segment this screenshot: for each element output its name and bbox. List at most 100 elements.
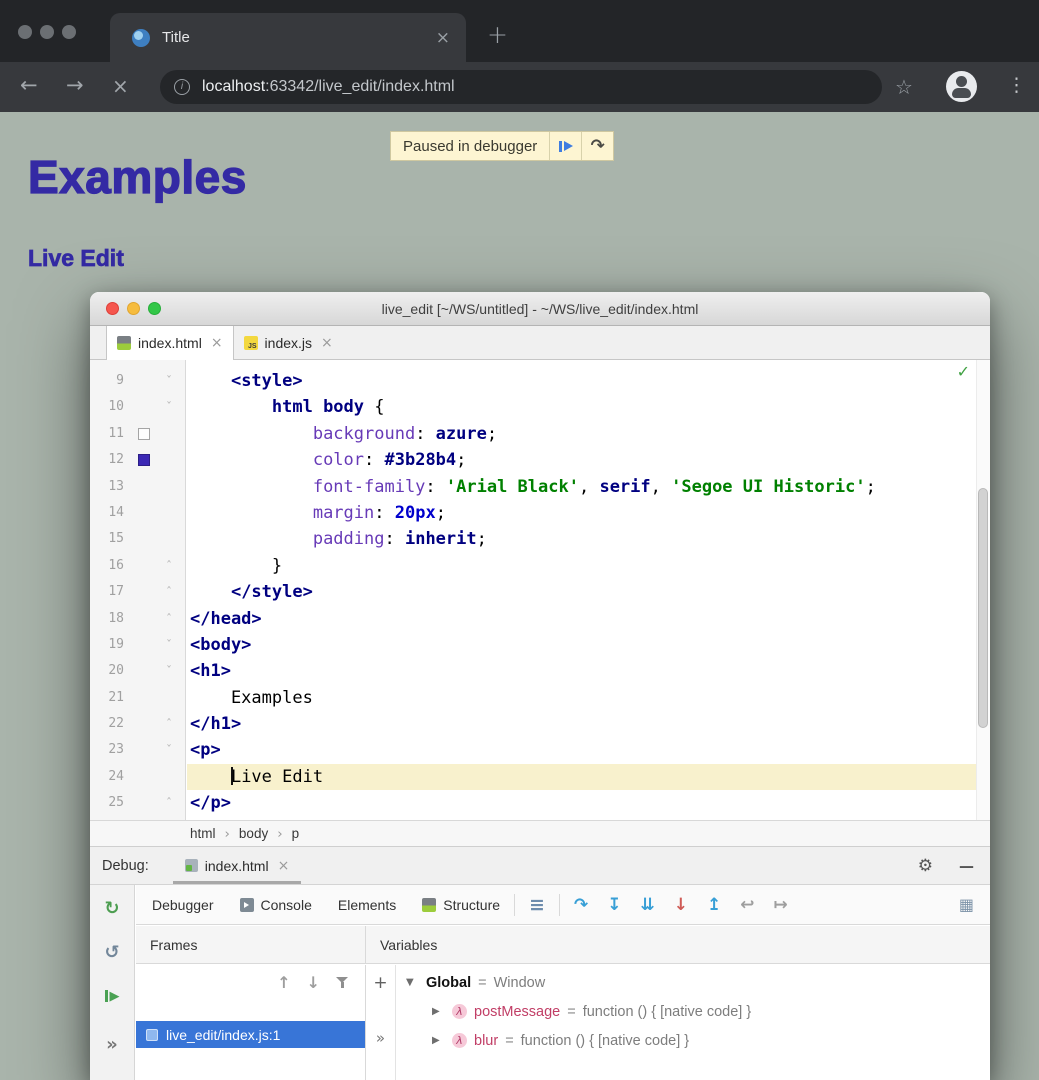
code-line[interactable]: </head> <box>187 606 976 632</box>
step-out-icon[interactable]: ↥ <box>707 895 721 915</box>
code-line[interactable]: <body> <box>187 632 976 658</box>
gutter-row[interactable]: 16ˆ <box>90 553 185 579</box>
code-line[interactable]: <style> <box>187 368 976 394</box>
fold-marker[interactable]: ˇ <box>166 658 172 684</box>
minimize-light[interactable] <box>127 302 140 315</box>
fold-marker[interactable]: ˆ <box>166 711 172 737</box>
layout-options-icon[interactable]: ≡ <box>529 894 545 916</box>
fold-marker[interactable]: ˆ <box>166 553 172 579</box>
code-line[interactable]: html body { <box>187 394 976 420</box>
fold-marker[interactable]: ˆ <box>166 579 172 605</box>
window-control-dot[interactable] <box>40 25 54 39</box>
stop-icon[interactable]: × <box>112 74 129 98</box>
gutter-row[interactable]: 9ˇ <box>90 368 185 394</box>
expand-icon[interactable]: ▶ <box>432 1035 452 1046</box>
gutter-row[interactable]: 10ˇ <box>90 394 185 420</box>
gutter-row[interactable]: 13 <box>90 474 185 500</box>
drop-frame-icon[interactable]: ↩ <box>740 895 754 915</box>
code-line[interactable]: font-family: 'Arial Black', serif, 'Sego… <box>187 474 976 500</box>
tab-close-icon[interactable]: × <box>321 335 333 351</box>
browser-tab[interactable]: Title × <box>110 13 466 62</box>
code-line[interactable]: color: #3b28b4; <box>187 447 976 473</box>
new-tab-button[interactable]: + <box>487 20 508 49</box>
force-step-into-icon[interactable]: ↓ <box>674 895 688 915</box>
more-icon[interactable]: » <box>90 1031 134 1057</box>
debug-session-tab[interactable]: index.html × <box>173 847 302 884</box>
frame-row[interactable]: live_edit/index.js:1 <box>136 1021 365 1048</box>
fold-marker[interactable]: ˇ <box>166 737 172 763</box>
gutter-row[interactable]: 18ˆ <box>90 606 185 632</box>
debug-tab-close-icon[interactable]: × <box>278 858 290 874</box>
gutter-row[interactable]: 24 <box>90 764 185 790</box>
debug-view-debugger[interactable]: Debugger <box>152 897 214 913</box>
collapse-icon[interactable]: ▼ <box>406 977 426 988</box>
browser-menu-icon[interactable]: ⋮ <box>1007 74 1026 96</box>
gutter-row[interactable]: 17ˆ <box>90 579 185 605</box>
tab-close-icon[interactable]: × <box>211 335 223 351</box>
code-line[interactable]: <p> <box>187 737 976 763</box>
fold-marker[interactable]: ˆ <box>166 790 172 816</box>
code-line[interactable]: Live Edit <box>187 764 976 790</box>
filter-icon[interactable] <box>336 976 349 989</box>
gutter-row[interactable]: 19ˇ <box>90 632 185 658</box>
url-text[interactable]: localhost:63342/live_edit/index.html <box>202 78 455 96</box>
debug-view-structure[interactable]: Structure <box>422 897 500 913</box>
page-info-icon[interactable]: i <box>174 79 190 95</box>
editor-tab-index.js[interactable]: JSindex.js× <box>234 326 343 359</box>
variable-row-blur[interactable]: ▶λblur=function () { [native code] } <box>396 1026 990 1055</box>
variable-row-Global[interactable]: ▼Global=Window <box>396 968 990 997</box>
color-preview-indigo[interactable] <box>138 454 150 466</box>
expand-icon[interactable]: ▶ <box>432 1006 452 1017</box>
fold-marker[interactable]: ˆ <box>166 606 172 632</box>
editor-code[interactable]: <style> html body { background: azure; c… <box>187 360 976 820</box>
close-light[interactable] <box>106 302 119 315</box>
debug-view-elements[interactable]: Elements <box>338 897 396 913</box>
bookmark-star-icon[interactable]: ☆ <box>895 75 913 99</box>
view-options-grid-icon[interactable]: ▦ <box>959 895 974 914</box>
more-actions-icon[interactable]: » <box>366 1029 395 1047</box>
step-into-icon[interactable]: ↧ <box>607 895 621 915</box>
code-editor[interactable]: 9ˇ10ˇ111213141516ˆ17ˆ18ˆ19ˇ20ˇ2122ˆ23ˇ24… <box>90 360 990 820</box>
resume-icon[interactable]: ▶ <box>90 983 134 1009</box>
next-frame-icon[interactable]: ↓ <box>307 973 320 992</box>
window-control-dot[interactable] <box>18 25 32 39</box>
code-line[interactable]: <h1> <box>187 658 976 684</box>
code-line[interactable]: background: azure; <box>187 421 976 447</box>
code-line[interactable]: } <box>187 553 976 579</box>
gutter-row[interactable]: 25ˆ <box>90 790 185 816</box>
smart-step-into-icon[interactable]: ⇊ <box>640 895 654 915</box>
color-preview-azure[interactable] <box>138 428 150 440</box>
code-line[interactable]: </h1> <box>187 711 976 737</box>
rerun-icon[interactable]: ↻ <box>90 895 134 921</box>
gutter-row[interactable]: 12 <box>90 447 185 473</box>
gutter-row[interactable]: 20ˇ <box>90 658 185 684</box>
code-line[interactable]: padding: inherit; <box>187 526 976 552</box>
minimize-tool-window-icon[interactable]: — <box>959 857 974 875</box>
gear-icon[interactable]: ⚙ <box>918 856 933 876</box>
gutter-row[interactable]: 21 <box>90 685 185 711</box>
add-watch-icon[interactable]: + <box>366 973 395 993</box>
debug-view-console[interactable]: Console <box>240 897 312 913</box>
fold-marker[interactable]: ˇ <box>166 394 172 420</box>
gutter-row[interactable]: 14 <box>90 500 185 526</box>
step-over-button[interactable]: ↷ <box>581 132 613 160</box>
fold-marker[interactable]: ˇ <box>166 368 172 394</box>
profile-avatar[interactable] <box>946 71 977 102</box>
step-over-icon[interactable]: ↷ <box>574 895 588 915</box>
breadcrumb-item[interactable]: p <box>292 826 300 841</box>
gutter-row[interactable]: 23ˇ <box>90 737 185 763</box>
editor-tab-index.html[interactable]: index.html× <box>106 326 234 360</box>
code-line[interactable]: </style> <box>187 579 976 605</box>
scrollbar-thumb[interactable] <box>978 488 988 728</box>
forward-icon[interactable]: → <box>66 73 84 97</box>
gutter-row[interactable]: 15 <box>90 526 185 552</box>
resume-script-button[interactable] <box>549 132 581 160</box>
editor-scrollbar[interactable] <box>976 360 990 820</box>
breadcrumb-item[interactable]: body <box>239 826 268 841</box>
gutter-row[interactable]: 22ˆ <box>90 711 185 737</box>
ide-titlebar[interactable]: live_edit [~/WS/untitled] - ~/WS/live_ed… <box>90 292 990 326</box>
breadcrumb-item[interactable]: html <box>190 826 216 841</box>
window-control-dot[interactable] <box>62 25 76 39</box>
address-bar[interactable]: i localhost:63342/live_edit/index.html <box>160 70 882 104</box>
rerun-debug-icon[interactable]: ↺ <box>90 939 134 965</box>
